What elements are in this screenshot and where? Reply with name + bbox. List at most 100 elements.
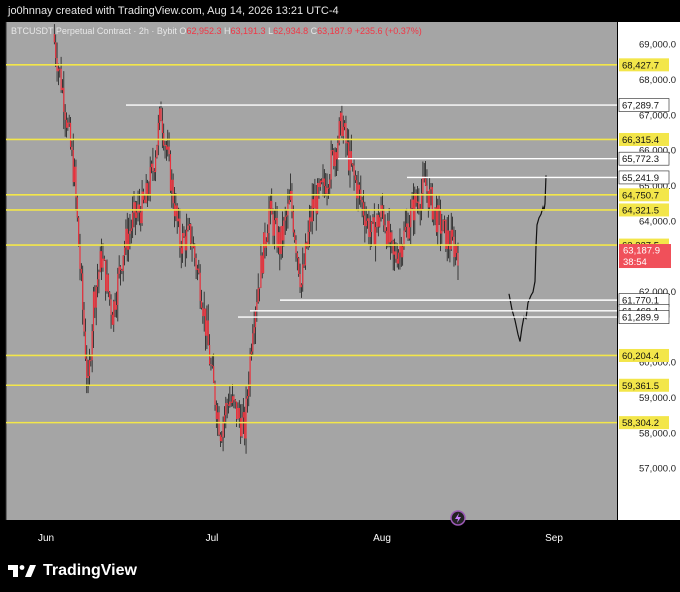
candle-body [196,268,199,270]
candle-body [136,212,138,218]
candle-body [63,87,65,112]
candle-body [296,253,298,259]
candle-body [198,268,200,273]
candle-body [233,396,235,401]
candle-body [119,266,122,270]
candle-body [184,236,186,251]
candle-body [183,233,185,237]
candle-body [188,223,190,226]
legend-open-value: 62,952.3 [186,26,222,36]
candle-body [299,274,301,288]
candle-body [113,301,115,325]
candle-body [348,142,350,171]
candle-body [411,199,413,209]
time-scale[interactable] [0,520,680,547]
candle-body [410,208,412,228]
candle-body [182,233,184,254]
candle-body [314,196,316,209]
candle-body [114,301,116,310]
candle-body [323,178,325,187]
candle-body [213,366,215,383]
candle-body [446,230,448,249]
candle-body [383,209,385,226]
candle-body [453,236,455,258]
level-price-label: 65,241.9 [622,173,659,184]
candle-body [292,211,294,233]
candle-body [325,186,327,194]
candle-body [395,251,397,259]
candle-body [209,345,211,365]
legend-low-value: 62,934.8 [273,26,309,36]
candle-body [76,197,78,218]
tradingview-logo[interactable]: TradingView [8,558,137,584]
candle-body [64,111,66,120]
candle-body [129,231,131,234]
candle-body [60,68,62,91]
candle-body [155,157,157,173]
candle-body [454,245,456,258]
candle-body [400,244,402,258]
candle-body [105,260,107,292]
candle-body [377,214,379,227]
price-chart[interactable]: 69,000.068,000.067,000.066,000.065,000.0… [0,22,680,547]
candle-body [414,193,416,221]
candle-body [218,412,220,435]
y-tick-label: 64,000.0 [639,216,676,227]
level-price-label: 66,315.4 [622,135,659,146]
candle-body [380,205,382,218]
candle-body [146,183,149,196]
candle-body [242,412,244,418]
candle-body [222,422,224,437]
candle-body [369,232,371,238]
candle-body [71,146,73,150]
candle-body [315,196,317,214]
candle-body [106,274,108,292]
candle-body [388,220,390,243]
candle-body [349,151,351,171]
candle-body [294,232,296,241]
level-price-label: 60,204.4 [622,351,659,362]
candle-body [160,108,162,121]
candle-body [144,199,146,203]
candle-body [55,42,57,59]
candle-body [121,269,123,271]
current-price-label: 63,187.9 [623,246,660,257]
candle-body [130,228,132,232]
level-price-label: 61,289.9 [622,313,659,324]
candle-body [398,252,400,264]
candle-body [95,286,97,308]
candle-body [361,199,363,203]
candle-body [138,204,140,213]
candle-body [223,415,226,423]
candle-body [250,351,253,354]
price-scale[interactable] [618,22,680,520]
candle-body [385,230,388,245]
candle-body [442,219,444,231]
candle-body [157,122,159,146]
candle-body [101,251,103,268]
candle-body [238,407,240,419]
tradingview-icon [8,565,36,577]
candle-body [352,163,354,166]
candle-body [164,144,166,146]
candle-body [126,228,128,250]
candle-body [234,400,236,402]
candle-body [376,214,378,228]
candle-body [273,220,275,236]
x-tick-label: Sep [545,533,563,544]
candle-body [450,229,452,250]
candle-body [443,219,446,221]
header-bar: jo0hnnay created with TradingView.com, A… [0,0,680,22]
candle-body [190,223,192,244]
candle-body [406,223,408,227]
candle-body [263,232,265,274]
legend-high-value: 63,191.3 [230,26,266,36]
candle-body [271,200,273,215]
candle-body [88,360,91,377]
candle-body [141,191,143,224]
candle-body [312,199,315,209]
candle-body [330,150,332,180]
lightning-icon[interactable] [450,510,466,526]
candle-body [253,327,255,334]
candle-body [240,418,242,437]
